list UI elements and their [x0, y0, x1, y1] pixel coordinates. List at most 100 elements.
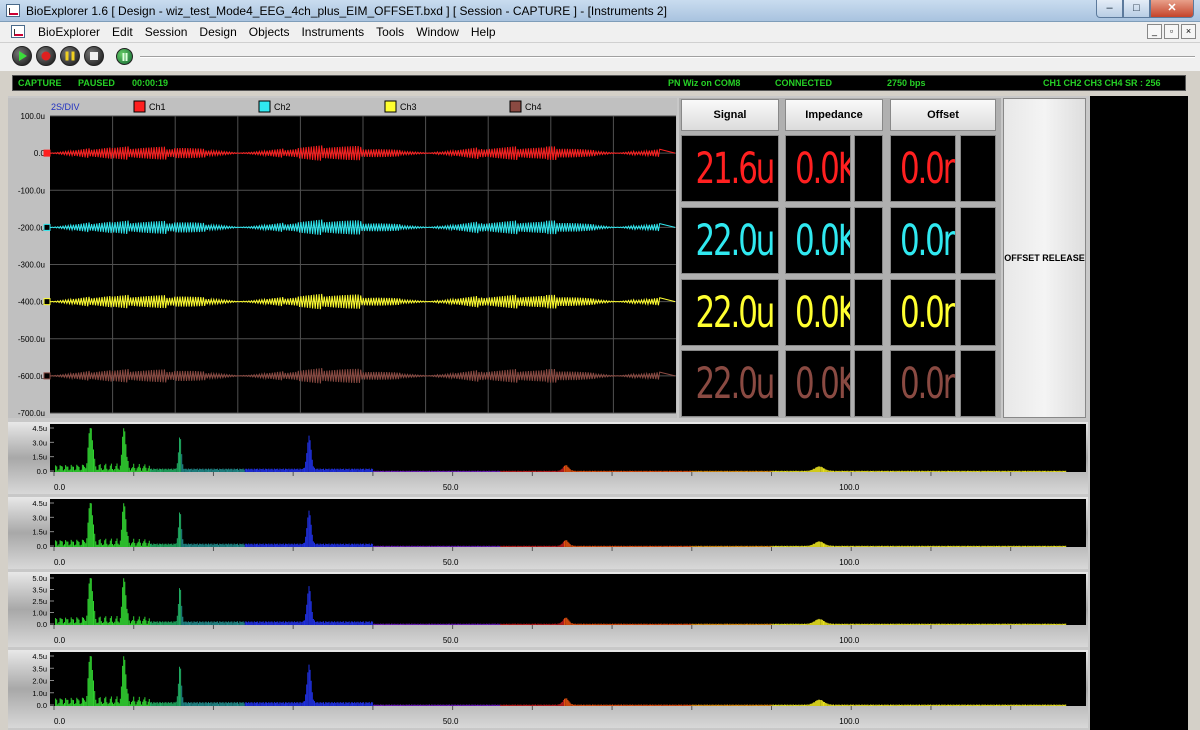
readout-blank-cell [854, 350, 883, 417]
toolbar-divider [140, 56, 1195, 58]
legend-swatch [133, 100, 146, 113]
oscilloscope: 100.0u 0.0 -100.0u -200.0u -300.0u -400.0u -50… [8, 98, 677, 418]
header-signal: Signal [681, 99, 779, 131]
readout-offset-ch1: 0.0m [890, 135, 956, 202]
spectrum-ch2: 4.5u 3.0u 1.5u 0.0 0.0 50.0 100.0 [8, 497, 1088, 569]
close-button[interactable]: ✕ [1150, 0, 1194, 18]
legend-swatch [384, 100, 397, 113]
record-button[interactable] [36, 46, 56, 66]
readout-offset-ch3: 0.0m [890, 279, 956, 346]
x-tick-label: 50.0 [443, 636, 459, 645]
spectrum-background [50, 424, 1086, 472]
readout-value: 21.6u [695, 143, 775, 194]
readout-value: 22.0u [695, 287, 775, 338]
menu-help[interactable]: Help [465, 25, 502, 39]
y-tick-label: 1.5u [32, 528, 47, 537]
readout-blank-cell [854, 135, 883, 202]
x-tick-label: 100.0 [839, 717, 860, 726]
x-tick-label: 100.0 [839, 558, 860, 567]
menu-bioexplorer[interactable]: BioExplorer [32, 25, 106, 39]
window-title: BioExplorer 1.6 [ Design - wiz_test_Mode… [26, 4, 667, 18]
spectrum-bar [691, 704, 772, 706]
menu-design[interactable]: Design [193, 25, 242, 39]
menu-instruments[interactable]: Instruments [295, 25, 370, 39]
channel-marker [43, 298, 51, 306]
minimize-button[interactable]: – [1096, 0, 1123, 18]
mdi-close-button[interactable]: × [1181, 24, 1196, 39]
spectrum-plot: 4.5u 3.5u 2.0u 1.0u 0.0 0.0 50.0 100.0 [8, 650, 1088, 728]
window-titlebar: BioExplorer 1.6 [ Design - wiz_test_Mode… [0, 0, 1200, 22]
status-time: 00:00:19 [132, 78, 169, 88]
readout-impedance-ch3: 0.0K [785, 279, 851, 346]
menu-edit[interactable]: Edit [106, 25, 139, 39]
x-tick-label: 0.0 [54, 717, 66, 726]
readout-blank-cell [854, 279, 883, 346]
legend-label: Ch3 [400, 102, 417, 112]
y-tick-label: -400.0u [18, 298, 45, 307]
menu-window[interactable]: Window [410, 25, 465, 39]
menu-objects[interactable]: Objects [243, 25, 296, 39]
x-tick-label: 0.0 [54, 636, 66, 645]
spectrum-plot: 5.0u 3.5u 2.5u 1.0u 0.0 0.0 50.0 100.0 [8, 572, 1088, 647]
menu-bar: BioExplorer Edit Session Design Objects … [0, 22, 1200, 43]
x-tick-label: 0.0 [54, 558, 66, 567]
readout-signal-ch4: 22.0u [681, 350, 779, 417]
y-tick-label: -100.0u [18, 186, 45, 195]
readout-value: 0.0m [899, 287, 955, 338]
app-icon[interactable] [6, 4, 20, 17]
y-tick-label: 0.0 [37, 467, 47, 476]
y-tick-label: -300.0u [18, 261, 45, 270]
toolbar [0, 43, 1200, 71]
y-tick-label: -200.0u [18, 223, 45, 232]
status-bar: CAPTURE PAUSED 00:00:19 PN Wiz on COM8 C… [12, 75, 1186, 91]
marker-button[interactable] [116, 48, 133, 65]
readout-blank-cell [960, 279, 996, 346]
y-tick-label: 3.5u [32, 664, 47, 673]
y-tick-label: 4.5u [32, 499, 47, 508]
readout-impedance-ch2: 0.0K [785, 207, 851, 274]
stop-button[interactable] [84, 46, 104, 66]
menu-session[interactable]: Session [139, 25, 194, 39]
offset-release-button[interactable]: OFFSET RELEASE [1003, 98, 1086, 418]
mdi-minimize-button[interactable]: _ [1147, 24, 1162, 39]
x-tick-label: 100.0 [839, 483, 860, 492]
readout-value: 0.0K [794, 358, 851, 409]
readout-blank-cell [854, 207, 883, 274]
y-tick-label: 5.0u [32, 574, 47, 583]
readout-offset-ch4: 0.0m [890, 350, 956, 417]
legend-swatch [258, 100, 271, 113]
readout-value: 22.0u [695, 358, 775, 409]
readout-value: 0.0K [794, 143, 851, 194]
y-tick-label: -600.0u [18, 372, 45, 381]
legend-label: Ch2 [274, 102, 291, 112]
pause-icon [65, 51, 75, 61]
empty-area [1090, 96, 1188, 730]
readout-value: 22.0u [695, 215, 775, 266]
readout-impedance-ch1: 0.0K [785, 135, 851, 202]
y-tick-label: 4.5u [32, 424, 47, 433]
stop-icon [90, 52, 98, 60]
y-tick-label: 2.5u [32, 597, 47, 606]
mdi-restore-button[interactable]: ▫ [1164, 24, 1179, 39]
play-icon [19, 51, 27, 61]
readout-value: 0.0K [794, 287, 851, 338]
legend-label: Ch1 [149, 102, 166, 112]
spectrum-plot: 4.5u 3.0u 1.5u 0.0 0.0 50.0 100.0 [8, 497, 1088, 569]
y-tick-label: 4.5u [32, 652, 47, 661]
y-tick-label: 100.0u [21, 112, 45, 121]
x-tick-label: 0.0 [54, 483, 66, 492]
y-tick-label: -500.0u [18, 335, 45, 344]
readout-blank-cell [960, 207, 996, 274]
pause-button[interactable] [60, 46, 80, 66]
menu-tools[interactable]: Tools [370, 25, 410, 39]
maximize-button[interactable]: □ [1123, 0, 1150, 18]
document-icon[interactable] [11, 25, 25, 38]
y-tick-label: -700.0u [18, 409, 45, 418]
play-button[interactable] [12, 46, 32, 66]
readout-value: 0.0m [899, 215, 955, 266]
y-tick-label: 1.0u [32, 609, 47, 618]
spectrum-plot: 4.5u 3.0u 1.5u 0.0 0.0 50.0 100.0 [8, 422, 1088, 494]
scope-plot: 100.0u0.0-100.0u-200.0u-300.0u-400.0u-50… [18, 100, 676, 418]
spectrum-background [50, 499, 1086, 547]
status-connection: CONNECTED [775, 78, 833, 88]
